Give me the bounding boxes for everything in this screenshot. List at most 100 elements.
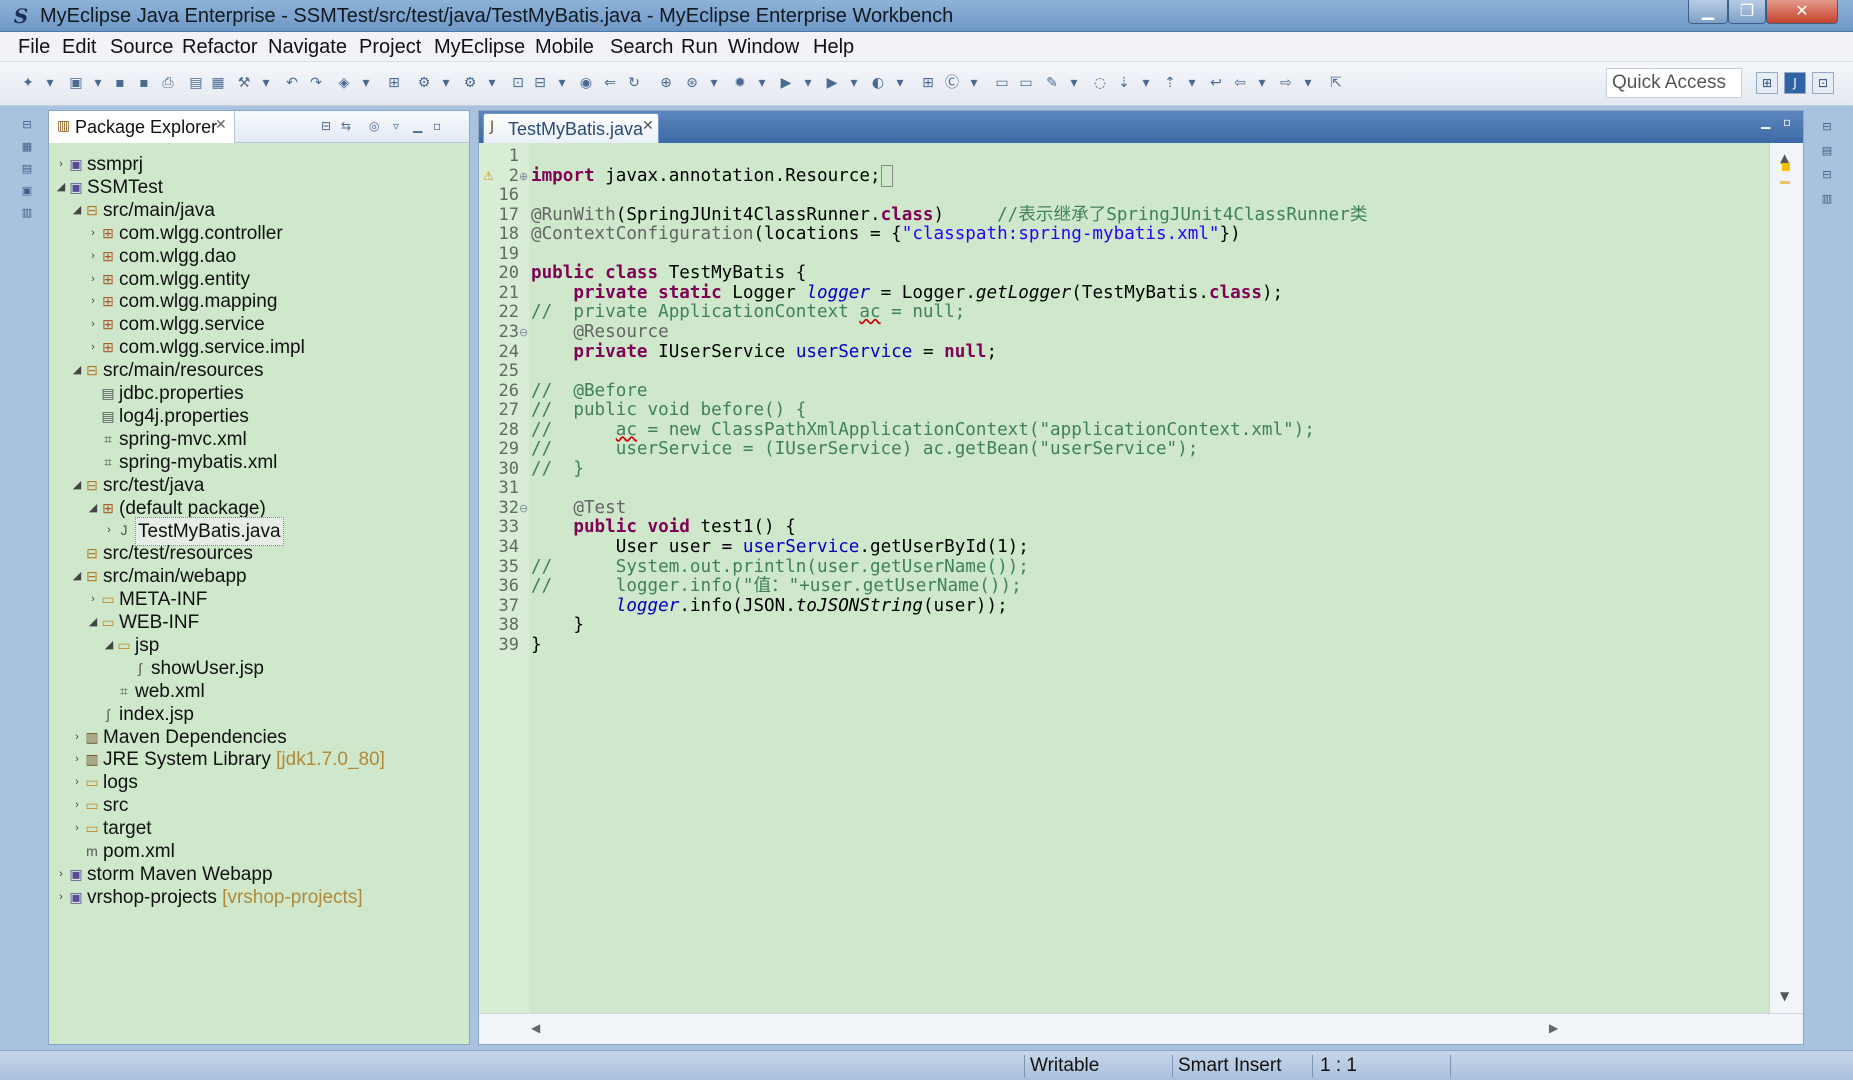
menu-file[interactable]: File bbox=[18, 35, 50, 59]
quick-access-input[interactable]: Quick Access bbox=[1606, 68, 1742, 98]
pin-editor-icon[interactable]: ⇱ bbox=[1326, 73, 1346, 93]
tab-package-explorer[interactable]: ▥ Package Explorer ✕ bbox=[49, 111, 235, 143]
redo-icon[interactable]: ↷ bbox=[306, 73, 326, 93]
menu-source[interactable]: Source bbox=[110, 35, 173, 59]
last-edit-icon[interactable]: ↩ bbox=[1206, 73, 1226, 93]
dropdown-icon[interactable]: ▾ bbox=[752, 73, 772, 93]
code-line[interactable]: // userService = (IUserService) ac.getBe… bbox=[531, 438, 1198, 461]
new-web-project-icon[interactable]: ◈ bbox=[334, 73, 354, 93]
dropdown-icon[interactable]: ▾ bbox=[798, 73, 818, 93]
maximize-button[interactable]: ❐ bbox=[1728, 0, 1766, 24]
menu-run[interactable]: Run bbox=[681, 35, 718, 59]
run-external-icon[interactable]: ▶ bbox=[822, 73, 842, 93]
menu-window[interactable]: Window bbox=[728, 35, 799, 59]
dropdown-icon[interactable]: ▾ bbox=[1182, 73, 1202, 93]
java-perspective-icon[interactable]: J bbox=[1784, 72, 1806, 94]
dropdown-icon[interactable]: ▾ bbox=[256, 73, 276, 93]
outline-view-icon[interactable]: ▤ bbox=[1819, 144, 1835, 160]
expand-fold-icon[interactable]: ⊕ bbox=[519, 165, 529, 188]
new-icon[interactable]: ✦ bbox=[18, 73, 38, 93]
dropdown-icon[interactable]: ▾ bbox=[482, 73, 502, 93]
occurrence-marker-icon[interactable] bbox=[1780, 181, 1790, 184]
restore-icon[interactable]: ⊟ bbox=[1819, 168, 1835, 184]
scroll-down-icon[interactable]: ▼ bbox=[1780, 989, 1789, 1003]
forward-icon[interactable]: ⇨ bbox=[1276, 73, 1296, 93]
focus-icon[interactable]: ◎ bbox=[369, 119, 379, 133]
code-area[interactable]: import javax.annotation.Resource; @RunWi… bbox=[529, 143, 1769, 1013]
prev-annotation-icon[interactable]: ⇡ bbox=[1160, 73, 1180, 93]
toggle-mark-icon[interactable]: ▦ bbox=[208, 73, 228, 93]
terminal-icon[interactable]: ▤ bbox=[186, 73, 206, 93]
menu-refactor[interactable]: Refactor bbox=[182, 35, 258, 59]
code-line[interactable]: logger.info(JSON.toJSONString(user)); bbox=[531, 595, 1008, 618]
scroll-right-icon[interactable]: ▶ bbox=[1549, 1021, 1558, 1035]
run-icon[interactable]: ▶ bbox=[776, 73, 796, 93]
dropdown-icon[interactable]: ▾ bbox=[964, 73, 984, 93]
dropdown-icon[interactable]: ▾ bbox=[704, 73, 724, 93]
new-dropdown-icon[interactable]: ▾ bbox=[40, 73, 60, 93]
open-perspective-icon[interactable]: ⊞ bbox=[1756, 72, 1778, 94]
close-icon[interactable]: ✕ bbox=[215, 117, 227, 133]
menu-help[interactable]: Help bbox=[813, 35, 854, 59]
deploy-icon[interactable]: ⊞ bbox=[384, 73, 404, 93]
menu-project[interactable]: Project bbox=[359, 35, 421, 59]
back-icon[interactable]: ⇦ bbox=[1230, 73, 1250, 93]
dropdown-icon[interactable]: ▾ bbox=[356, 73, 376, 93]
open-type-icon[interactable]: ⊡ bbox=[508, 73, 528, 93]
minimize-button[interactable]: ▁ bbox=[1688, 0, 1728, 24]
menu-navigate[interactable]: Navigate bbox=[268, 35, 347, 59]
close-icon[interactable]: ✕ bbox=[642, 118, 654, 134]
menu-myeclipse[interactable]: MyEclipse bbox=[434, 35, 525, 59]
overview-ruler[interactable]: ▲ ▼ bbox=[1769, 143, 1803, 1013]
maximize-icon[interactable]: ▫ bbox=[1783, 115, 1791, 129]
undo-icon[interactable]: ↶ bbox=[282, 73, 302, 93]
menu-search[interactable]: Search bbox=[610, 35, 673, 59]
refresh-icon[interactable]: ↻ bbox=[624, 73, 644, 93]
dropdown-icon[interactable]: ▾ bbox=[88, 73, 108, 93]
servers-icon[interactable]: ▥ bbox=[19, 206, 35, 222]
new-project-icon[interactable]: ▣ bbox=[66, 73, 86, 93]
collapse-all-icon[interactable]: ⊟ bbox=[321, 119, 331, 133]
warning-marker-icon[interactable] bbox=[1782, 163, 1790, 171]
save-icon[interactable]: ▪ bbox=[110, 73, 130, 93]
hierarchy-icon[interactable]: ▦ bbox=[19, 140, 35, 156]
new-package-icon[interactable]: ⊞ bbox=[918, 73, 938, 93]
wand-icon[interactable]: ⚒ bbox=[234, 73, 254, 93]
dropdown-icon[interactable]: ▾ bbox=[552, 73, 572, 93]
restore-icon[interactable]: ⊟ bbox=[1819, 120, 1835, 136]
dropdown-icon[interactable]: ▾ bbox=[844, 73, 864, 93]
open-folder-icon[interactable]: ▭ bbox=[992, 73, 1012, 93]
restore-icon[interactable]: ⊟ bbox=[19, 118, 35, 134]
code-line[interactable]: import javax.annotation.Resource; bbox=[531, 164, 894, 188]
code-line[interactable]: // } bbox=[531, 458, 584, 481]
dropdown-icon[interactable]: ▾ bbox=[890, 73, 910, 93]
annotation-icon[interactable]: ◌ bbox=[1090, 73, 1110, 93]
code-line[interactable]: private IUserService userService = null; bbox=[531, 341, 997, 364]
myeclipse-perspective-icon[interactable]: ⊡ bbox=[1812, 72, 1834, 94]
debug-server-icon[interactable]: ⚙ bbox=[460, 73, 480, 93]
scroll-left-icon[interactable]: ◀ bbox=[531, 1021, 540, 1035]
back-task-icon[interactable]: ⇐ bbox=[600, 73, 620, 93]
globe-icon[interactable]: ◉ bbox=[576, 73, 596, 93]
pen-icon[interactable]: ✎ bbox=[1042, 73, 1062, 93]
print-icon[interactable]: ⎙ bbox=[158, 73, 178, 93]
maximize-icon[interactable]: ▫ bbox=[433, 119, 441, 133]
tree-item[interactable]: › ▣ vrshop-projects [vrshop-projects] bbox=[49, 884, 469, 911]
new-class-icon[interactable]: ⊕ bbox=[656, 73, 676, 93]
status-insert-mode[interactable]: Smart Insert bbox=[1178, 1055, 1281, 1077]
dropdown-icon[interactable]: ▾ bbox=[1064, 73, 1084, 93]
save-all-icon[interactable]: ▪ bbox=[134, 73, 154, 93]
tab-testmybatis-java[interactable]: J TestMyBatis.java ✕ bbox=[483, 113, 659, 143]
search-web-icon[interactable]: ⊛ bbox=[682, 73, 702, 93]
dropdown-icon[interactable]: ▾ bbox=[1136, 73, 1156, 93]
dropdown-icon[interactable]: ▾ bbox=[1252, 73, 1272, 93]
minimize-icon[interactable]: ▁ bbox=[413, 119, 422, 133]
collapsed-twisty-icon[interactable]: › bbox=[55, 884, 67, 911]
console-icon[interactable]: ▣ bbox=[19, 184, 35, 200]
menu-edit[interactable]: Edit bbox=[62, 35, 96, 59]
dropdown-icon[interactable]: ▾ bbox=[1298, 73, 1318, 93]
open-resource-icon[interactable]: ⊟ bbox=[530, 73, 550, 93]
dropdown-icon[interactable]: ▾ bbox=[436, 73, 456, 93]
server-icon[interactable]: ⚙ bbox=[414, 73, 434, 93]
horizontal-scrollbar[interactable]: ◀ ▶ bbox=[479, 1013, 1803, 1044]
